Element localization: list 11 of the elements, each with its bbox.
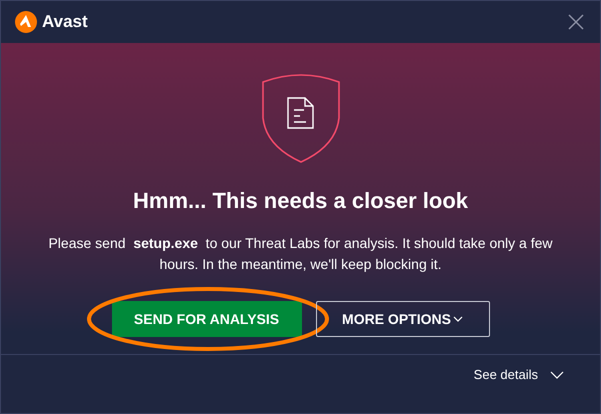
message-text: Please send setup.exe to our Threat Labs for analysis. It should take only a few hours. In the meantime, we'll keep blocking it. [47,234,554,274]
brand-name: Avast [42,11,88,34]
more-options-button[interactable]: MORE OPTIONS [316,301,490,337]
see-details-link[interactable]: See details [474,365,564,384]
send-button[interactable]: SEND FOR ANALYSIS [112,301,302,337]
caret-icon [452,316,463,322]
logo-icon [15,11,37,33]
close-icon [568,14,584,30]
heading: Hmm... This needs a closer look [133,187,468,215]
close-button[interactable] [566,12,586,32]
shield-document-icon [262,74,340,164]
